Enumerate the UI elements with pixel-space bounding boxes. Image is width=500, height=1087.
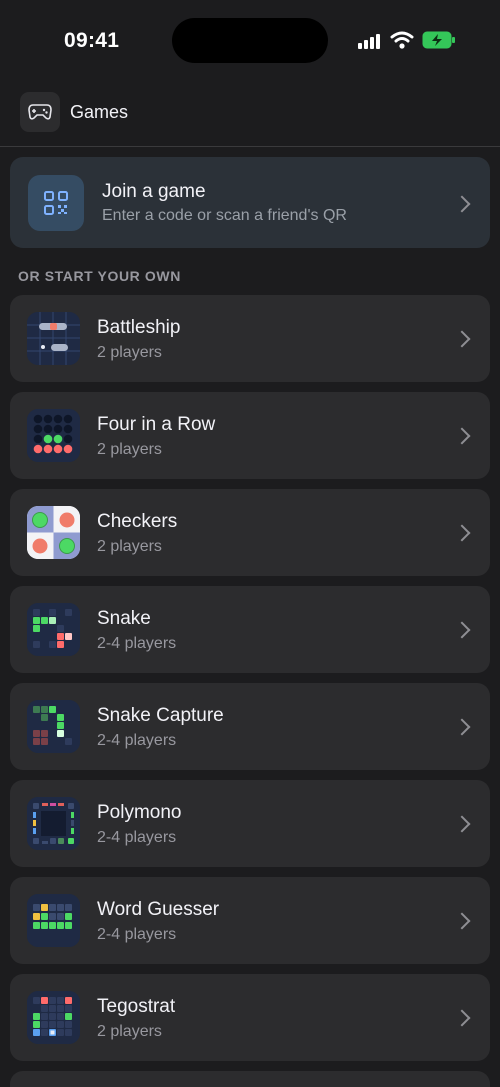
dynamic-island xyxy=(172,18,328,63)
game-item-tegostrat[interactable]: Tegostrat 2 players xyxy=(10,974,490,1061)
game-players: 2-4 players xyxy=(97,732,177,749)
battery-charging-icon xyxy=(422,31,456,49)
chevron-right-icon xyxy=(453,912,471,930)
status-bar: 09:41 xyxy=(0,0,500,82)
section-label: OR START YOUR OWN xyxy=(18,268,181,284)
game-title: Checkers xyxy=(97,511,178,532)
game-title: Tegostrat xyxy=(97,996,176,1017)
game-item-partial[interactable] xyxy=(10,1071,490,1087)
chevron-right-icon xyxy=(453,524,471,542)
game-item-four-in-a-row[interactable]: Four in a Row 2 players xyxy=(10,392,490,479)
four-in-a-row-icon xyxy=(27,409,80,462)
game-title: Four in a Row xyxy=(97,414,216,435)
game-item-snake[interactable]: Snake 2-4 players xyxy=(10,586,490,673)
word-guesser-icon xyxy=(27,894,80,947)
game-title: Word Guesser xyxy=(97,899,220,920)
chevron-right-icon xyxy=(453,330,471,348)
game-title: Polymono xyxy=(97,802,182,823)
tegostrat-icon xyxy=(27,991,80,1044)
wifi-icon xyxy=(390,30,414,50)
chevron-right-icon xyxy=(453,195,471,213)
game-players: 2-4 players xyxy=(97,829,177,846)
game-item-word-guesser[interactable]: Word Guesser 2-4 players xyxy=(10,877,490,964)
status-time: 09:41 xyxy=(64,29,120,52)
join-game-button[interactable]: Join a game Enter a code or scan a frien… xyxy=(10,157,490,248)
page-title: Games xyxy=(70,102,129,122)
app-header: Games xyxy=(0,82,500,147)
chevron-right-icon xyxy=(453,427,471,445)
battleship-icon xyxy=(27,312,80,365)
chevron-right-icon xyxy=(453,718,471,736)
game-players: 2 players xyxy=(97,344,162,361)
cellular-signal-icon xyxy=(358,33,382,49)
game-players: 2-4 players xyxy=(97,635,177,652)
game-title: Snake xyxy=(97,608,151,629)
game-item-polymono[interactable]: Polymono 2-4 players xyxy=(10,780,490,867)
chevron-right-icon xyxy=(453,621,471,639)
join-game-title: Join a game xyxy=(102,181,206,202)
gamepad-icon[interactable] xyxy=(20,92,60,132)
game-title: Snake Capture xyxy=(97,705,224,726)
snake-icon xyxy=(27,603,80,656)
game-item-snake-capture[interactable]: Snake Capture 2-4 players xyxy=(10,683,490,770)
game-players: 2 players xyxy=(97,538,162,555)
game-title: Battleship xyxy=(97,317,181,338)
qr-code-icon xyxy=(28,175,84,231)
snake-capture-icon xyxy=(27,700,80,753)
polymono-icon xyxy=(27,797,80,850)
join-game-subtitle: Enter a code or scan a friend's QR xyxy=(102,207,347,224)
chevron-right-icon xyxy=(453,1009,471,1027)
game-players: 2-4 players xyxy=(97,926,177,943)
checkers-icon xyxy=(27,506,80,559)
game-players: 2 players xyxy=(97,1023,162,1040)
game-players: 2 players xyxy=(97,441,162,458)
game-item-battleship[interactable]: Battleship 2 players xyxy=(10,295,490,382)
game-item-checkers[interactable]: Checkers 2 players xyxy=(10,489,490,576)
chevron-right-icon xyxy=(453,815,471,833)
